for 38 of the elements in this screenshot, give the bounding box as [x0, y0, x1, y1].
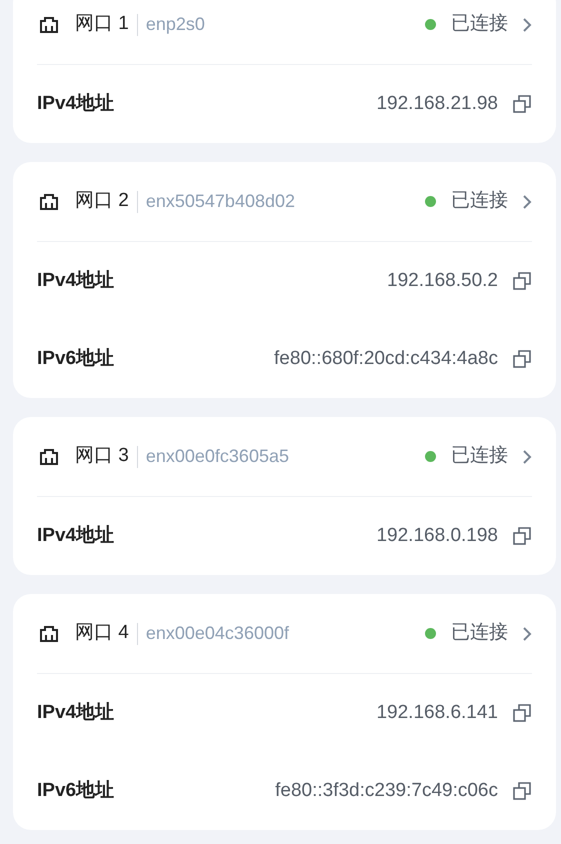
- copy-icon[interactable]: [512, 349, 532, 369]
- address-value: fe80::680f:20cd:c434:4a8c: [274, 346, 498, 371]
- copy-icon[interactable]: [512, 703, 532, 723]
- device-name: enx00e0fc3605a5: [146, 445, 289, 468]
- interface-name: 网口 3: [75, 444, 129, 468]
- status-text: 已连接: [451, 621, 508, 646]
- chevron-right-icon[interactable]: [522, 16, 532, 32]
- copy-icon[interactable]: [512, 271, 532, 291]
- address-label: IPv6地址: [37, 346, 114, 371]
- address-value: 192.168.0.198: [376, 524, 498, 548]
- address-label: IPv4地址: [37, 92, 114, 116]
- interface-name: 网口 2: [75, 189, 129, 214]
- address-label: IPv4地址: [37, 268, 114, 293]
- device-name: enp2s0: [146, 13, 205, 36]
- status-text: 已连接: [451, 12, 508, 36]
- ethernet-port-icon: [39, 192, 59, 212]
- status-text: 已连接: [451, 444, 508, 468]
- address-value: 192.168.50.2: [387, 268, 498, 293]
- copy-icon[interactable]: [512, 781, 532, 801]
- address-value: 192.168.21.98: [376, 92, 498, 116]
- device-name: enx50547b408d02: [146, 190, 296, 213]
- copy-icon[interactable]: [512, 94, 532, 114]
- chevron-right-icon[interactable]: [522, 194, 532, 210]
- address-value: fe80::3f3d:c239:7c49:c06c: [275, 778, 498, 803]
- address-value: 192.168.6.141: [376, 700, 498, 725]
- interface-name: 网口 1: [75, 12, 129, 36]
- ethernet-port-icon: [39, 446, 59, 466]
- interface-name: 网口 4: [75, 621, 129, 646]
- chevron-right-icon[interactable]: [522, 448, 532, 464]
- address-label: IPv6地址: [37, 778, 114, 803]
- copy-icon[interactable]: [512, 526, 532, 546]
- device-name: enx00e04c36000f: [146, 622, 289, 645]
- ethernet-port-icon: [39, 624, 59, 644]
- ethernet-port-icon: [39, 14, 59, 34]
- status-text: 已连接: [451, 189, 508, 214]
- chevron-right-icon[interactable]: [522, 626, 532, 642]
- address-label: IPv4地址: [37, 700, 114, 725]
- address-label: IPv4地址: [37, 524, 114, 548]
